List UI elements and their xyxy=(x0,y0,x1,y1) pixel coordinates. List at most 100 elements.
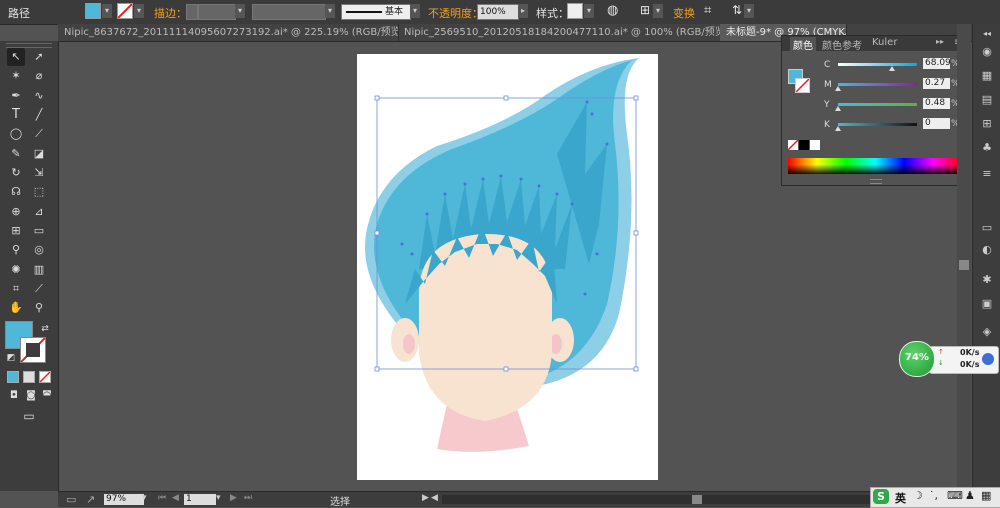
selection-icon[interactable]: ↖ xyxy=(7,48,25,66)
hand-icon[interactable]: ✋ xyxy=(7,299,25,317)
eraser-icon[interactable]: ◪ xyxy=(30,145,48,163)
stroke-color-box[interactable] xyxy=(20,337,46,363)
graphic-styles-icon[interactable]: ▣ xyxy=(979,296,995,312)
line-icon[interactable]: ╱ xyxy=(30,106,48,124)
default-colors-icon[interactable]: ◩ xyxy=(2,349,20,367)
magenta-slider[interactable] xyxy=(838,83,917,86)
draw-normal-icon[interactable]: ◘ xyxy=(5,387,23,405)
none-mode-button[interactable] xyxy=(39,371,51,383)
panel-resize-grip[interactable] xyxy=(870,179,882,184)
artboard-dropdown-icon[interactable]: ▾ xyxy=(216,493,221,503)
curvature-icon[interactable]: ∿ xyxy=(30,87,48,105)
cyan-value-input[interactable]: 68.09 xyxy=(923,58,951,69)
stroke-dropdown-icon[interactable]: ▾ xyxy=(134,4,144,18)
magic-wand-icon[interactable]: ✶ xyxy=(7,67,25,85)
brushes-icon[interactable]: ⊞ xyxy=(979,116,995,132)
gradient-mode-button[interactable] xyxy=(23,371,35,383)
tab-document-2[interactable]: Nipic_2569510_20120518184200477110.ai* @… xyxy=(398,24,721,41)
keyboard-icon[interactable]: ⌨ xyxy=(947,489,963,502)
opacity-dropdown-icon[interactable]: ▸ xyxy=(518,4,528,18)
next-artboard-icon[interactable]: ▶ xyxy=(230,493,237,503)
stroke-icon[interactable]: ≡ xyxy=(979,166,995,182)
align-dropdown-icon[interactable]: ▾ xyxy=(653,4,663,18)
brush-profile-arrow-icon[interactable]: ▾ xyxy=(410,4,420,18)
color-mode-button[interactable] xyxy=(7,371,19,383)
magenta-slider-thumb[interactable] xyxy=(835,86,842,91)
tab-color[interactable]: 颜色 xyxy=(790,37,816,52)
black-slider-thumb[interactable] xyxy=(835,126,841,131)
fill-swatch[interactable] xyxy=(85,3,101,19)
warp-icon[interactable]: ☊ xyxy=(7,183,25,201)
stroke-weight-stepper[interactable] xyxy=(186,4,198,20)
first-artboard-icon[interactable]: ⏮ xyxy=(158,493,166,503)
color-guide-icon[interactable]: ▦ xyxy=(979,68,995,84)
yellow-slider[interactable] xyxy=(838,103,917,106)
ellipse-icon[interactable]: ◯ xyxy=(7,125,25,143)
ime-lang-toggle[interactable]: 英 xyxy=(895,490,906,506)
yellow-value-input[interactable]: 0.48 xyxy=(923,98,950,109)
new-artboard-icon[interactable]: ↗ xyxy=(86,493,95,506)
status-menu-icon[interactable]: ▶ xyxy=(422,493,429,503)
style-dropdown-icon[interactable]: ▾ xyxy=(584,4,594,18)
symbol-sprayer-icon[interactable]: ✺ xyxy=(7,261,25,279)
rotate-icon[interactable]: ↻ xyxy=(7,164,25,182)
memory-usage-circle[interactable]: 74% xyxy=(899,341,935,377)
stroke-swatch[interactable] xyxy=(117,3,133,19)
zoom-icon[interactable]: ⚲ xyxy=(30,299,48,317)
arrange-dropdown-icon[interactable]: ▾ xyxy=(744,4,754,18)
tab-document-1[interactable]: Nipic_8637672_20111114095607273192.ai* @… xyxy=(58,24,399,41)
artwork-illustration[interactable] xyxy=(357,54,658,480)
column-graph-icon[interactable]: ▥ xyxy=(30,261,48,279)
brush-profile-dropdown[interactable]: 基本 xyxy=(341,4,411,20)
panel-stroke-swatch[interactable] xyxy=(795,78,810,93)
color-spectrum[interactable] xyxy=(788,158,962,174)
user-icon[interactable]: ♟ xyxy=(965,489,975,502)
artboard-number-input[interactable]: 1 xyxy=(184,494,216,505)
fill-dropdown-icon[interactable]: ▾ xyxy=(102,4,112,18)
transform-link[interactable]: 变换 xyxy=(673,5,695,21)
stroke-label[interactable]: 描边： xyxy=(154,5,187,21)
zoom-input[interactable]: 97% xyxy=(104,494,144,505)
black-slider[interactable] xyxy=(838,123,917,126)
direct-selection-icon[interactable]: ➚ xyxy=(30,48,48,66)
shape-builder-icon[interactable]: ⊕ xyxy=(7,203,25,221)
arrange-icon[interactable]: ⇅ xyxy=(732,3,742,17)
screen-mode-icon[interactable]: ▭ xyxy=(17,407,41,425)
stroke-weight-input[interactable] xyxy=(198,4,236,20)
sogou-logo[interactable]: S xyxy=(873,489,889,504)
opacity-label[interactable]: 不透明度： xyxy=(428,5,483,21)
perspective-icon[interactable]: ⊿ xyxy=(30,203,48,221)
transparency-icon[interactable]: ◐ xyxy=(979,242,995,258)
dock-collapse-icon[interactable]: ◂◂ xyxy=(979,26,995,42)
variable-width-arrow-icon[interactable]: ▾ xyxy=(325,4,335,18)
opacity-input[interactable]: 100% xyxy=(477,4,519,20)
vertical-scrollbar[interactable] xyxy=(957,24,971,491)
black-swatch[interactable] xyxy=(799,140,809,150)
color-panel-icon[interactable]: ◉ xyxy=(979,44,995,60)
swatches-icon[interactable]: ▤ xyxy=(979,92,995,108)
lasso-icon[interactable]: ⌀ xyxy=(30,67,48,85)
magenta-value-input[interactable]: 0.27 xyxy=(923,78,950,89)
tab-kuler[interactable]: Kuler xyxy=(872,37,897,48)
scroll-left-icon[interactable]: ◀ xyxy=(431,493,438,503)
prev-artboard-icon[interactable]: ◀ xyxy=(172,493,179,503)
swap-fill-stroke-icon[interactable]: ⇄ xyxy=(36,320,54,338)
stroke-weight-dropdown-icon[interactable]: ▾ xyxy=(235,4,245,18)
symbols-icon[interactable]: ♣ xyxy=(979,140,995,156)
panel-collapse-icon[interactable]: ▸▸ xyxy=(936,37,944,46)
punctuation-icon[interactable]: ˙, xyxy=(929,489,938,502)
eyedropper-icon[interactable]: ⚲ xyxy=(7,241,25,259)
scale-icon[interactable]: ⇲ xyxy=(30,164,48,182)
black-value-input[interactable]: 0 xyxy=(923,118,950,129)
gradient-panel-icon[interactable]: ▭ xyxy=(979,220,995,236)
layers-icon[interactable]: ◈ xyxy=(979,324,995,340)
artboard-navigator-icon[interactable]: ▭ xyxy=(66,493,76,506)
cyan-slider-thumb[interactable] xyxy=(888,66,895,71)
free-transform-icon[interactable]: ⬚ xyxy=(30,183,48,201)
yellow-slider-thumb[interactable] xyxy=(835,106,842,111)
graphic-style-swatch[interactable] xyxy=(567,3,583,19)
gradient-icon[interactable]: ▭ xyxy=(30,222,48,240)
network-speed-widget[interactable]: ↑ ↓ 0K/s 0K/s 74% xyxy=(899,341,999,377)
tab-color-guide[interactable]: 颜色参考 xyxy=(822,37,862,52)
toolbox-icon[interactable]: ▦ xyxy=(981,489,991,502)
